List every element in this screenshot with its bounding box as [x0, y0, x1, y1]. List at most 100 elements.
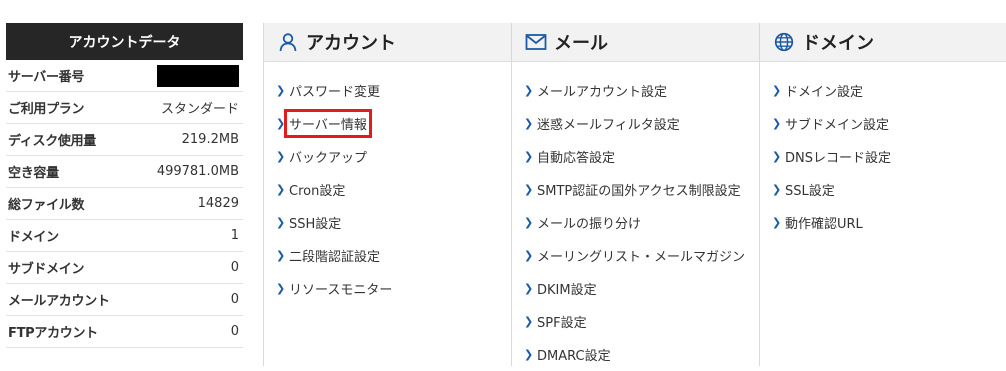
- row-value: 0: [230, 324, 239, 339]
- chevron-right-icon: ❯: [276, 249, 286, 262]
- menu-item-dmarc[interactable]: ❯ DMARC設定: [512, 338, 759, 371]
- menu-item-label: サブドメイン設定: [785, 118, 890, 133]
- row-label: ドメイン: [8, 230, 59, 245]
- row-value: 14829: [197, 196, 239, 211]
- row-label: 空き容量: [8, 166, 59, 181]
- menu-item-label: 二段階認証設定: [289, 250, 381, 265]
- chevron-right-icon: ❯: [276, 150, 286, 163]
- menu-item-label: DMARC設定: [537, 349, 611, 364]
- globe-icon: [773, 31, 795, 53]
- menu-item-dns-record[interactable]: ❯ DNSレコード設定: [760, 140, 1006, 173]
- chevron-right-icon: ❯: [524, 216, 534, 229]
- row-value: 219.2MB: [181, 132, 239, 147]
- menu-item-label: Cron設定: [289, 184, 346, 199]
- menu-item-label: メールアカウント設定: [537, 85, 668, 100]
- chevron-right-icon: ❯: [276, 117, 286, 130]
- chevron-right-icon: ❯: [772, 117, 782, 130]
- row-value: 0: [230, 260, 239, 275]
- menu-item-label: サーバー情報: [284, 109, 372, 138]
- chevron-right-icon: ❯: [524, 117, 534, 130]
- menu-item-cron[interactable]: ❯ Cron設定: [264, 173, 511, 206]
- chevron-right-icon: ❯: [772, 150, 782, 163]
- row-value: スタンダード: [160, 102, 239, 117]
- menu-item-dkim[interactable]: ❯ DKIM設定: [512, 272, 759, 305]
- row-label: ディスク使用量: [8, 134, 96, 149]
- menu-column-account: アカウント ❯ パスワード変更 ❯ サーバー情報 ❯ バックアップ ❯ Cron設定 ❯…: [264, 23, 512, 366]
- menu-column-domain: ドメイン ❯ ドメイン設定 ❯ サブドメイン設定 ❯ DNSレコード設定 ❯ SSL設定…: [760, 23, 1006, 366]
- account-row-mail-account: メールアカウント 0: [6, 284, 243, 316]
- menu-item-two-factor[interactable]: ❯ 二段階認証設定: [264, 239, 511, 272]
- chevron-right-icon: ❯: [772, 183, 782, 196]
- settings-menu: アカウント ❯ パスワード変更 ❯ サーバー情報 ❯ バックアップ ❯ Cron設定 ❯…: [263, 23, 1006, 366]
- menu-item-label: バックアップ: [289, 151, 368, 166]
- menu-item-ssl[interactable]: ❯ SSL設定: [760, 173, 1006, 206]
- menu-item-auto-reply[interactable]: ❯ 自動応答設定: [512, 140, 759, 173]
- row-value: 499781.0MB: [156, 164, 239, 179]
- row-value: 1: [230, 228, 239, 243]
- menu-item-mail-account[interactable]: ❯ メールアカウント設定: [512, 74, 759, 107]
- menu-item-label: SSH設定: [289, 217, 342, 232]
- menu-item-label: SMTP認証の国外アクセス制限設定: [537, 184, 741, 199]
- menu-item-backup[interactable]: ❯ バックアップ: [264, 140, 511, 173]
- menu-column-mail: メール ❯ メールアカウント設定 ❯ 迷惑メールフィルタ設定 ❯ 自動応答設定 ❯ SM…: [512, 23, 760, 366]
- menu-item-label: メーリングリスト・メールマガジン: [537, 250, 746, 265]
- account-row-total-files: 総ファイル数 14829: [6, 188, 243, 220]
- account-data-panel: アカウントデータ サーバー番号 ご利用プラン スタンダード ディスク使用量 21…: [6, 23, 243, 348]
- menu-item-subdomain-settings[interactable]: ❯ サブドメイン設定: [760, 107, 1006, 140]
- menu-header-label: ドメイン: [802, 33, 874, 54]
- row-value: 0: [230, 292, 239, 307]
- account-row-plan: ご利用プラン スタンダード: [6, 92, 243, 124]
- envelope-icon: [525, 31, 547, 53]
- chevron-right-icon: ❯: [276, 282, 286, 295]
- menu-item-label: メールの振り分け: [537, 217, 642, 232]
- menu-item-label: 動作確認URL: [785, 217, 863, 232]
- menu-item-resource-monitor[interactable]: ❯ リソースモニター: [264, 272, 511, 305]
- row-label: メールアカウント: [8, 294, 110, 309]
- chevron-right-icon: ❯: [524, 84, 534, 97]
- menu-header-domain: ドメイン: [760, 23, 1006, 62]
- menu-item-smtp-restriction[interactable]: ❯ SMTP認証の国外アクセス制限設定: [512, 173, 759, 206]
- menu-item-mailing-list[interactable]: ❯ メーリングリスト・メールマガジン: [512, 239, 759, 272]
- chevron-right-icon: ❯: [276, 216, 286, 229]
- chevron-right-icon: ❯: [772, 216, 782, 229]
- chevron-right-icon: ❯: [772, 84, 782, 97]
- chevron-right-icon: ❯: [524, 183, 534, 196]
- row-label: サブドメイン: [8, 262, 85, 277]
- account-row-subdomain: サブドメイン 0: [6, 252, 243, 284]
- menu-item-label: SPF設定: [537, 316, 587, 331]
- row-label: FTPアカウント: [8, 326, 98, 341]
- account-row-ftp-account: FTPアカウント 0: [6, 316, 243, 348]
- menu-item-spf[interactable]: ❯ SPF設定: [512, 305, 759, 338]
- chevron-right-icon: ❯: [276, 84, 286, 97]
- menu-item-label: パスワード変更: [289, 85, 381, 100]
- menu-item-label: DNSレコード設定: [785, 151, 891, 166]
- menu-item-mail-sorting[interactable]: ❯ メールの振り分け: [512, 206, 759, 239]
- menu-item-server-info[interactable]: ❯ サーバー情報: [264, 107, 511, 140]
- chevron-right-icon: ❯: [524, 315, 534, 328]
- menu-item-label: ドメイン設定: [785, 85, 864, 100]
- account-row-domain: ドメイン 1: [6, 220, 243, 252]
- chevron-right-icon: ❯: [524, 150, 534, 163]
- chevron-right-icon: ❯: [524, 249, 534, 262]
- account-row-disk-usage: ディスク使用量 219.2MB: [6, 124, 243, 156]
- account-row-free-space: 空き容量 499781.0MB: [6, 156, 243, 188]
- menu-item-label: 迷惑メールフィルタ設定: [537, 118, 680, 133]
- menu-item-label: SSL設定: [785, 184, 835, 199]
- chevron-right-icon: ❯: [524, 348, 534, 361]
- row-label: ご利用プラン: [8, 102, 85, 117]
- menu-header-account: アカウント: [264, 23, 511, 62]
- menu-item-check-url[interactable]: ❯ 動作確認URL: [760, 206, 1006, 239]
- menu-item-label: 自動応答設定: [537, 151, 616, 166]
- menu-item-spam-filter[interactable]: ❯ 迷惑メールフィルタ設定: [512, 107, 759, 140]
- account-data-title: アカウントデータ: [6, 23, 243, 60]
- menu-item-ssh[interactable]: ❯ SSH設定: [264, 206, 511, 239]
- row-label: サーバー番号: [8, 70, 85, 85]
- menu-item-password-change[interactable]: ❯ パスワード変更: [264, 74, 511, 107]
- menu-header-mail: メール: [512, 23, 759, 62]
- chevron-right-icon: ❯: [276, 183, 286, 196]
- menu-header-label: アカウント: [306, 33, 396, 54]
- row-label: 総ファイル数: [8, 198, 85, 213]
- menu-item-domain-settings[interactable]: ❯ ドメイン設定: [760, 74, 1006, 107]
- menu-item-label: DKIM設定: [537, 283, 597, 298]
- menu-item-label: リソースモニター: [289, 283, 393, 298]
